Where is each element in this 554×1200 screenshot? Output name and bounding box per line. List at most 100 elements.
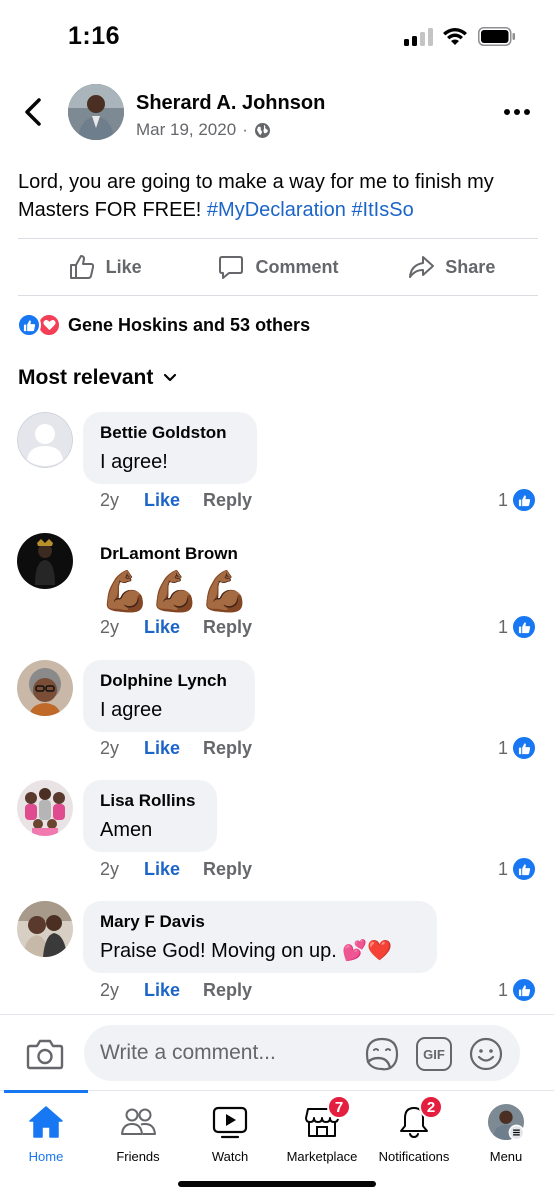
comment-bubble[interactable]: Dolphine Lynch I agree <box>83 660 255 732</box>
tab-label: Home <box>28 1149 64 1164</box>
like-reaction-icon <box>512 488 537 512</box>
home-icon <box>29 1106 63 1138</box>
commenter-avatar[interactable] <box>17 780 73 836</box>
commenter-name[interactable]: Bettie Goldston <box>100 422 240 444</box>
share-button[interactable]: Share <box>365 239 538 295</box>
comment-like-button[interactable]: Like <box>144 617 203 638</box>
comment-like-button[interactable]: Like <box>144 490 203 511</box>
post-text: Lord, you are going to make a way for me… <box>18 168 538 224</box>
reaction-count: 1 <box>498 737 509 758</box>
emoji-icon[interactable] <box>468 1036 504 1072</box>
sticker-icon[interactable] <box>364 1036 400 1072</box>
comment-reply-button[interactable]: Reply <box>203 617 252 638</box>
meta-separator: · <box>242 120 248 139</box>
comment-bubble[interactable]: Lisa Rollins Amen <box>83 780 217 852</box>
like-reaction-icon <box>512 736 537 760</box>
commenter-name[interactable]: Dolphine Lynch <box>100 670 238 692</box>
tab-label: Friends <box>116 1149 160 1164</box>
tab-notifications[interactable]: 2 Notifications <box>368 1091 460 1167</box>
comment-reply-button[interactable]: Reply <box>203 738 252 759</box>
author-name[interactable]: Sherard A. Johnson <box>136 92 325 115</box>
post-meta: Mar 19, 2020 · <box>136 120 271 140</box>
reaction-count: 1 <box>498 489 509 510</box>
post-header: Sherard A. Johnson Mar 19, 2020 · <box>0 82 554 146</box>
comment-like-button[interactable]: Like <box>144 980 203 1001</box>
comment-time: 2y <box>100 738 120 758</box>
comment-bubble[interactable]: Bettie Goldston I agree! <box>83 412 257 484</box>
comment-sort-dropdown[interactable]: Most relevant <box>18 366 177 390</box>
status-bar: 1:16 <box>0 0 554 72</box>
status-time: 1:16 <box>68 22 121 50</box>
comment-button[interactable]: Comment <box>191 239 364 295</box>
like-reaction-icon <box>512 857 537 881</box>
camera-icon[interactable] <box>26 1037 64 1071</box>
commenter-name[interactable]: Mary F Davis <box>100 911 420 933</box>
commenter-avatar[interactable] <box>17 901 73 957</box>
comment-reaction-count[interactable]: 1 <box>498 978 537 1002</box>
commenter-name[interactable]: DrLamont Brown <box>100 543 266 565</box>
comment-like-button[interactable]: Like <box>144 859 203 880</box>
tab-menu[interactable]: Menu <box>460 1091 552 1167</box>
reactions-summary[interactable]: Gene Hoskins and 53 others <box>17 312 310 338</box>
hashtag-itisso[interactable]: #ItIsSo <box>351 199 413 221</box>
comment-actions: 2y Like Reply <box>100 738 252 759</box>
marketplace-badge: 7 <box>327 1095 351 1119</box>
commenter-avatar[interactable] <box>17 412 73 468</box>
comment-reply-button[interactable]: Reply <box>203 980 252 1001</box>
gif-label: GIF <box>423 1046 445 1062</box>
comment-reply-button[interactable]: Reply <box>203 859 252 880</box>
author-avatar[interactable] <box>68 84 124 140</box>
commenter-avatar[interactable] <box>17 660 73 716</box>
comment-actions: 2y Like Reply <box>100 859 252 880</box>
tab-label: Menu <box>489 1149 523 1164</box>
like-reaction-icon <box>17 313 41 337</box>
comment-reaction-count[interactable]: 1 <box>498 736 537 760</box>
comment-reply-button[interactable]: Reply <box>203 490 252 511</box>
comment-reaction-count[interactable]: 1 <box>498 615 537 639</box>
wifi-icon <box>443 28 467 45</box>
commenter-name[interactable]: Lisa Rollins <box>100 790 200 812</box>
comment-input[interactable] <box>84 1025 520 1081</box>
tab-home[interactable]: Home <box>0 1091 92 1167</box>
post-action-bar: Like Comment Share <box>18 239 538 295</box>
cellular-signal-icon <box>404 28 434 46</box>
hashtag-mydeclaration[interactable]: #MyDeclaration <box>207 199 346 221</box>
comment-time: 2y <box>100 617 120 637</box>
reactions-text: Gene Hoskins and 53 others <box>68 314 311 335</box>
comment-bubble[interactable]: Mary F Davis Praise God! Moving on up. 💕… <box>83 901 437 973</box>
comment-text: 💪🏾💪🏾💪🏾 <box>100 570 250 614</box>
comment-actions: 2y Like Reply <box>100 490 252 511</box>
tab-friends[interactable]: Friends <box>92 1091 184 1167</box>
comment-time: 2y <box>100 859 120 879</box>
reaction-count: 1 <box>498 858 509 879</box>
comment-body[interactable]: DrLamont Brown 💪🏾💪🏾💪🏾 <box>83 533 283 626</box>
post-date[interactable]: Mar 19, 2020 <box>136 120 236 140</box>
reaction-count: 1 <box>498 979 509 1000</box>
comment-composer: GIF <box>0 1014 554 1090</box>
tab-label: Watch <box>211 1149 249 1164</box>
tab-label: Notifications <box>378 1149 450 1164</box>
globe-icon <box>254 122 270 138</box>
comment-reaction-count[interactable]: 1 <box>498 488 537 512</box>
gif-button[interactable]: GIF <box>416 1037 452 1071</box>
like-button[interactable]: Like <box>18 239 191 295</box>
tab-watch[interactable]: Watch <box>184 1091 276 1167</box>
reaction-count: 1 <box>498 616 509 637</box>
tab-label: Marketplace <box>286 1149 358 1164</box>
comment-time: 2y <box>100 980 120 1000</box>
thumbs-up-icon <box>69 255 94 279</box>
share-label: Share <box>445 256 496 277</box>
back-button[interactable] <box>18 94 50 130</box>
tab-marketplace[interactable]: 7 Marketplace <box>276 1091 368 1167</box>
comment-text: Praise God! Moving on up. 💕❤️ <box>100 940 393 962</box>
menu-avatar-icon <box>487 1103 525 1141</box>
commenter-avatar[interactable] <box>17 533 73 589</box>
comment-text: I agree <box>100 699 163 721</box>
comment-actions: 2y Like Reply <box>100 980 252 1001</box>
comment-label: Comment <box>255 256 339 277</box>
comment-like-button[interactable]: Like <box>144 738 203 759</box>
more-options-button[interactable] <box>504 102 534 122</box>
comment-reaction-count[interactable]: 1 <box>498 857 537 881</box>
like-reaction-icon <box>512 978 537 1002</box>
comment-time: 2y <box>100 490 120 510</box>
